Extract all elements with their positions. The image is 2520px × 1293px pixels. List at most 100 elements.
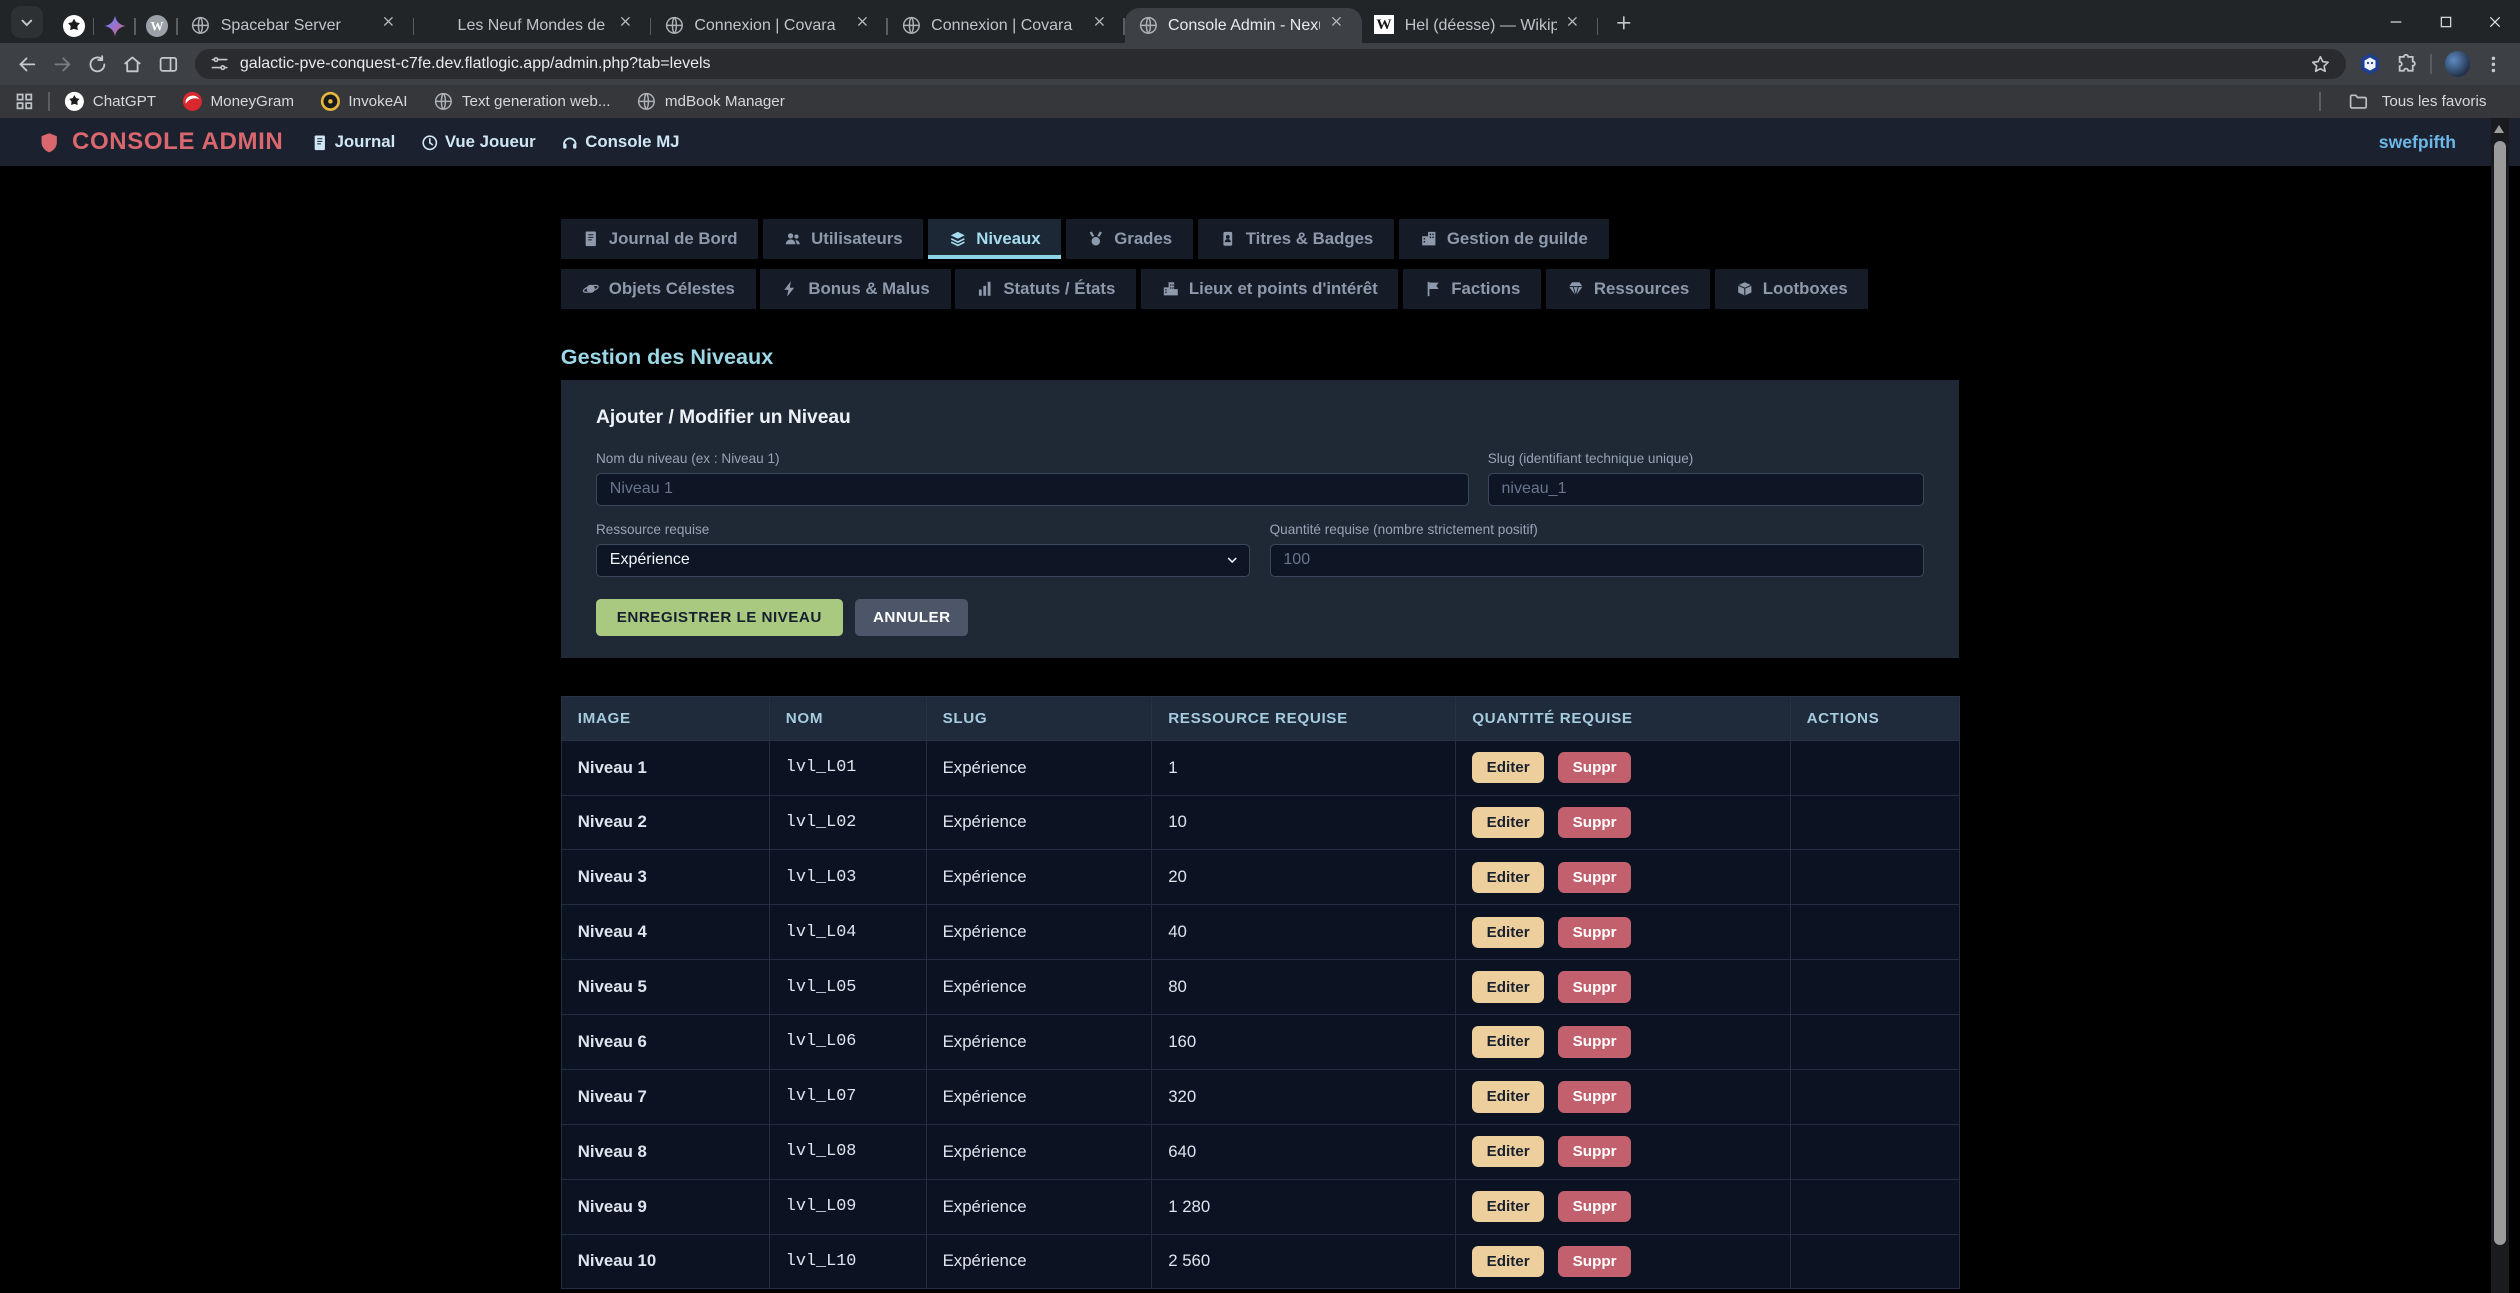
close-icon bbox=[2487, 14, 2503, 30]
forward-button[interactable] bbox=[48, 50, 77, 79]
slug-input[interactable] bbox=[1488, 473, 1924, 507]
tab-niveaux[interactable]: Niveaux bbox=[928, 219, 1061, 259]
delete-button[interactable]: Suppr bbox=[1558, 862, 1631, 893]
close-window-button[interactable] bbox=[2470, 0, 2520, 43]
tab-objets-celestes[interactable]: Objets Célestes bbox=[561, 269, 756, 309]
empty-cell bbox=[1790, 905, 1960, 960]
edit-button[interactable]: Editer bbox=[1472, 1081, 1544, 1112]
quantity-input[interactable] bbox=[1270, 544, 1924, 578]
bookmark-label: mdBook Manager bbox=[665, 93, 785, 110]
tab-statuts-etats[interactable]: Statuts / États bbox=[955, 269, 1136, 309]
delete-button[interactable]: Suppr bbox=[1558, 1081, 1631, 1112]
tab-utilisateurs[interactable]: Utilisateurs bbox=[763, 219, 923, 259]
tab-ressources[interactable]: Ressources bbox=[1546, 269, 1710, 309]
book-icon bbox=[311, 134, 329, 152]
page-scrollbar[interactable] bbox=[2491, 118, 2509, 1292]
edit-button[interactable]: Editer bbox=[1472, 1026, 1544, 1057]
menu-kebab-icon[interactable] bbox=[2483, 54, 2504, 75]
browser-tab-active[interactable]: Console Admin - Nexus bbox=[1125, 8, 1362, 43]
tab-grades[interactable]: Grades bbox=[1066, 219, 1193, 259]
save-level-button[interactable]: ENREGISTRER LE NIVEAU bbox=[596, 599, 843, 635]
close-tab-button[interactable] bbox=[856, 14, 878, 36]
bookmark-item[interactable]: MoneyGram bbox=[182, 91, 294, 112]
chatgpt-icon bbox=[62, 14, 86, 38]
bookmark-item[interactable]: Text generation web... bbox=[433, 91, 610, 112]
pinned-tab-chatgpt[interactable] bbox=[53, 8, 95, 43]
level-slug: lvl_L10 bbox=[769, 1234, 926, 1289]
browser-tab[interactable]: W Hel (déesse) — Wikipédia bbox=[1362, 8, 1599, 43]
minimize-button[interactable] bbox=[2371, 0, 2421, 43]
scrollbar-thumb[interactable] bbox=[2494, 141, 2507, 1245]
tab-titres-badges[interactable]: Titres & Badges bbox=[1198, 219, 1394, 259]
cancel-button[interactable]: ANNULER bbox=[855, 599, 968, 635]
edit-button[interactable]: Editer bbox=[1472, 1136, 1544, 1167]
side-panel-button[interactable] bbox=[154, 50, 183, 79]
delete-button[interactable]: Suppr bbox=[1558, 1246, 1631, 1277]
bookmark-item[interactable]: InvokeAI bbox=[320, 91, 408, 112]
nav-gm-console[interactable]: Console MJ bbox=[561, 132, 679, 152]
browser-tab[interactable]: Spacebar Server bbox=[178, 8, 415, 43]
bookmark-item[interactable]: ChatGPT bbox=[64, 91, 156, 112]
tab-lieux-poi[interactable]: Lieux et points d'intérêt bbox=[1141, 269, 1399, 309]
edit-button[interactable]: Editer bbox=[1472, 752, 1544, 783]
pinned-tab-wordpress[interactable]: W bbox=[136, 8, 178, 43]
edit-button[interactable]: Editer bbox=[1472, 807, 1544, 838]
edit-button[interactable]: Editer bbox=[1472, 1191, 1544, 1222]
resource-select[interactable]: Expérience bbox=[596, 544, 1250, 578]
tab-gestion-guilde[interactable]: Gestion de guilde bbox=[1399, 219, 1609, 259]
delete-button[interactable]: Suppr bbox=[1558, 917, 1631, 948]
all-bookmarks[interactable]: Tous les favoris bbox=[2319, 91, 2505, 112]
home-button[interactable] bbox=[118, 50, 147, 79]
browser-tab[interactable]: Connexion | Covara bbox=[651, 8, 888, 43]
apps-grid-icon[interactable] bbox=[14, 91, 35, 112]
edit-button[interactable]: Editer bbox=[1472, 1246, 1544, 1277]
username: swefpifth bbox=[2379, 132, 2456, 153]
table-row: Niveau 3 lvl_L03 Expérience 20 Editer Su… bbox=[561, 850, 1959, 905]
back-button[interactable] bbox=[13, 50, 42, 79]
tab-search-button[interactable] bbox=[11, 6, 43, 38]
url-text[interactable]: galactic-pve-conquest-c7fe.dev.flatlogic… bbox=[240, 55, 2299, 73]
bookmark-star-icon[interactable] bbox=[2310, 54, 2331, 75]
edit-button[interactable]: Editer bbox=[1472, 862, 1544, 893]
delete-button[interactable]: Suppr bbox=[1558, 1136, 1631, 1167]
nav-player-view[interactable]: Vue Joueur bbox=[421, 132, 536, 152]
close-tab-button[interactable] bbox=[1093, 14, 1115, 36]
reload-button[interactable] bbox=[83, 50, 112, 79]
bookmark-item[interactable]: mdBook Manager bbox=[636, 91, 785, 112]
tab-bonus-malus[interactable]: Bonus & Malus bbox=[760, 269, 950, 309]
extensions-puzzle-icon[interactable] bbox=[2395, 53, 2417, 75]
profile-avatar[interactable] bbox=[2445, 51, 2471, 77]
close-tab-button[interactable] bbox=[1330, 14, 1352, 36]
extension-icon[interactable] bbox=[2358, 52, 2382, 76]
close-tab-button[interactable] bbox=[619, 14, 641, 36]
site-info-icon[interactable] bbox=[210, 54, 229, 73]
maximize-button[interactable] bbox=[2421, 0, 2471, 43]
browser-tab[interactable]: Les Neuf Mondes de la Mythol bbox=[414, 8, 651, 43]
delete-button[interactable]: Suppr bbox=[1558, 971, 1631, 1002]
pinned-tab-gemini[interactable] bbox=[94, 8, 136, 43]
col-nom: NOM bbox=[769, 697, 926, 740]
delete-button[interactable]: Suppr bbox=[1558, 807, 1631, 838]
close-tab-button[interactable] bbox=[382, 14, 404, 36]
close-tab-button[interactable] bbox=[1566, 14, 1588, 36]
delete-button[interactable]: Suppr bbox=[1558, 752, 1631, 783]
address-bar[interactable]: galactic-pve-conquest-c7fe.dev.flatlogic… bbox=[195, 49, 2346, 79]
tab-title: Spacebar Server bbox=[221, 17, 373, 35]
delete-button[interactable]: Suppr bbox=[1558, 1026, 1631, 1057]
tab-lootboxes[interactable]: Lootboxes bbox=[1715, 269, 1869, 309]
name-input[interactable] bbox=[596, 473, 1469, 507]
wikipedia-icon: W bbox=[1374, 15, 1395, 36]
scrollbar-up-arrow-icon[interactable] bbox=[2494, 125, 2504, 133]
delete-button[interactable]: Suppr bbox=[1558, 1191, 1631, 1222]
edit-button[interactable]: Editer bbox=[1472, 917, 1544, 948]
gemini-icon bbox=[103, 14, 127, 38]
brand-title: CONSOLE ADMIN bbox=[72, 128, 283, 156]
nav-journal[interactable]: Journal bbox=[311, 132, 396, 152]
level-form-panel: Ajouter / Modifier un Niveau Nom du nive… bbox=[561, 380, 1959, 659]
tab-factions[interactable]: Factions bbox=[1403, 269, 1541, 309]
new-tab-button[interactable] bbox=[1608, 6, 1640, 38]
edit-button[interactable]: Editer bbox=[1472, 971, 1544, 1002]
browser-tab[interactable]: Connexion | Covara bbox=[888, 8, 1125, 43]
table-row: Niveau 6 lvl_L06 Expérience 160 Editer S… bbox=[561, 1015, 1959, 1070]
tab-journal-de-bord[interactable]: Journal de Bord bbox=[561, 219, 759, 259]
